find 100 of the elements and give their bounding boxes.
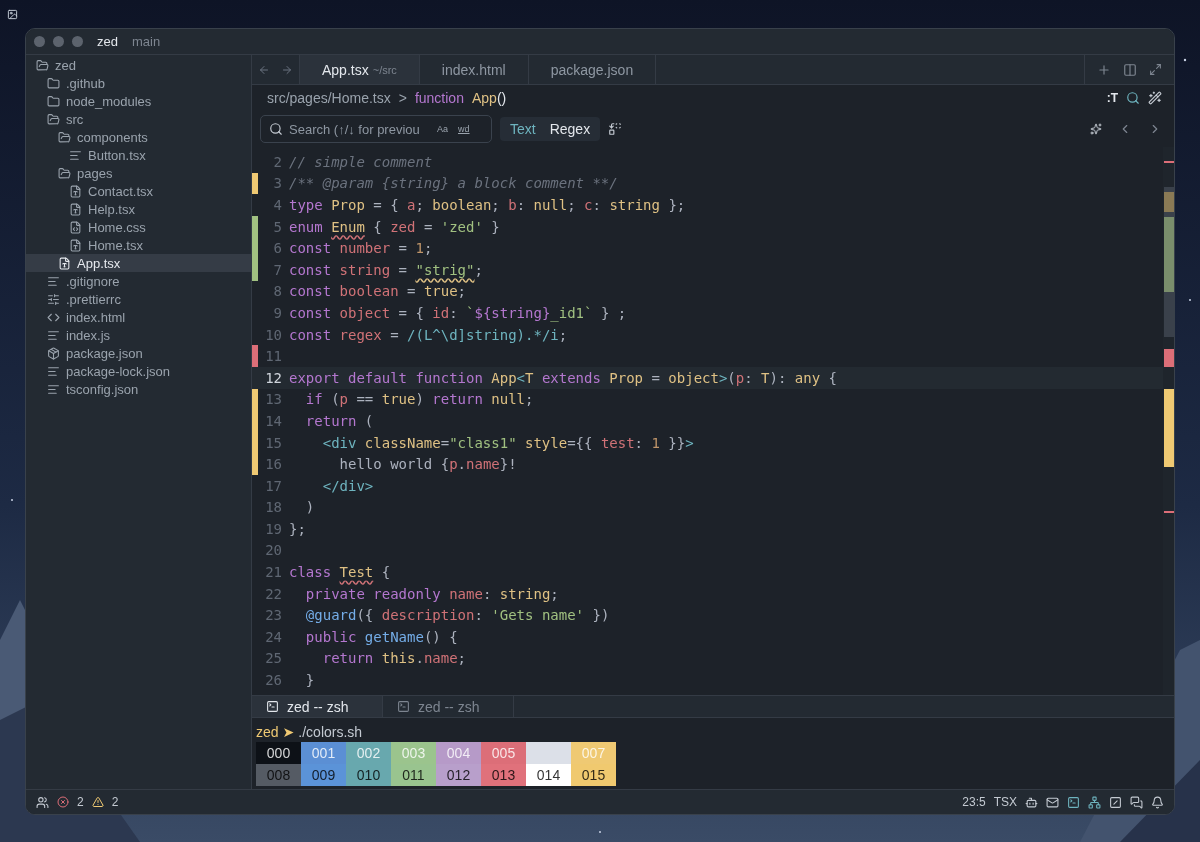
bell-icon[interactable] [1151,795,1164,809]
search-field[interactable]: Search (↑/↓ for previou Aa wd [260,115,492,143]
line-number: 24 [264,628,283,645]
file-tree-item[interactable]: node_modules [26,92,251,110]
users-icon[interactable] [36,795,49,809]
code-line: return this.name; [321,650,467,667]
breadcrumb-path[interactable]: src/pages/Home.tsx [267,90,391,106]
file-tree-item[interactable]: App.tsx [26,254,251,272]
split-icon[interactable] [1123,62,1137,77]
terminal-tab[interactable]: zed -- zsh [383,696,514,717]
search-mode[interactable]: Text [504,120,542,138]
editor-tab[interactable]: package.json [528,55,657,84]
warning-icon[interactable] [91,796,104,808]
search-icon[interactable] [1126,91,1140,105]
file-tree-item[interactable]: src [26,110,251,128]
code-line: <div className="class1" style={{ test: 1 }}> [321,434,694,451]
line-number: 7 [272,261,283,278]
maximize-icon[interactable] [1149,63,1162,76]
code-line: const boolean = true; [289,283,467,300]
wand-icon[interactable] [1148,91,1162,105]
line-number: 8 [272,283,283,300]
folder-open-icon [47,112,60,126]
line-number: 20 [264,542,283,559]
text-file-icon [47,328,60,342]
symbol-name[interactable]: App [471,90,497,106]
window-control[interactable] [72,36,83,47]
diagram-icon[interactable] [1088,795,1101,809]
line-number: 25 [264,650,283,667]
color-swatch: 003 [391,742,436,764]
line-number: 5 [272,218,283,235]
robot-icon[interactable] [1025,795,1038,809]
code-line: const object = { id: `${string}_id1` } ; [289,304,627,321]
color-swatch: 001 [301,742,346,764]
file-tree-item[interactable]: index.js [26,326,251,344]
breadcrumb-separator: > [398,90,407,106]
code-line: type Prop = { a; boolean; b: null; c: string }; [289,197,686,213]
code-line: if (p == true) return null; [304,391,534,408]
editor-tab[interactable]: App.tsx ~/src [300,55,420,84]
text-file-icon [47,382,60,396]
text-file-icon [69,148,82,162]
editor-tab[interactable]: index.html [419,55,529,84]
color-swatch: 008 [256,764,301,786]
window-control[interactable] [34,36,45,47]
error-icon[interactable] [57,796,69,808]
color-swatch: 015 [571,764,616,786]
language-label[interactable]: TSX [993,795,1017,809]
code-line: @guard({ description: 'Gets name' }) [304,607,610,624]
chat-icon[interactable] [1130,795,1143,809]
line-number: 18 [264,499,283,516]
case-toggle[interactable]: Aa [435,122,450,136]
terminal-icon [397,700,410,713]
image-icon[interactable] [7,9,18,20]
line-number: 10 [264,326,283,343]
file-tree-item[interactable]: Button.tsx [26,146,251,164]
color-swatch: 002 [346,742,391,764]
terminal-tab[interactable]: zed -- zsh [252,696,383,717]
file-tree-item[interactable]: package.json [26,344,251,362]
slash-square-icon[interactable] [1109,795,1122,809]
cursor-position[interactable]: 23:5 [962,795,986,809]
line-number: 17 [264,477,283,494]
color-swatch: 010 [346,764,391,786]
prompt-directory: zed [256,724,279,740]
file-tree-item[interactable]: zed [26,56,251,74]
code-line: // simple comment [289,153,433,170]
line-number: 26 [264,672,283,689]
symbol-parens: () [496,90,507,106]
line-number: 14 [264,412,283,429]
code-line: hello world {p.name}! [338,456,517,473]
line-number: 21 [264,564,283,581]
toolbar-button[interactable]: :T [1106,91,1118,105]
color-swatch: 004 [436,742,481,764]
search-mode[interactable]: Regex [543,120,597,138]
file-tree-item[interactable]: Help.tsx [26,200,251,218]
file-tree-item[interactable]: components [26,128,251,146]
warning-count: 2 [111,795,119,809]
color-swatch: 011 [391,764,436,786]
color-swatch: 007 [571,742,616,764]
file-tree-item[interactable]: .prettierrc [26,290,251,308]
symbol-kind: function [414,90,464,106]
line-number: 3 [272,175,283,192]
code-line: class Test { [289,564,391,581]
file-tree-item[interactable]: tsconfig.json [26,380,251,398]
line-number: 6 [272,240,283,257]
sparkle-icon[interactable] [1090,123,1102,135]
window-control[interactable] [53,36,64,47]
code-line: const string = "strig"; [289,261,483,278]
word-toggle[interactable]: wd [456,122,472,136]
file-tree-item[interactable]: pages [26,164,251,182]
file-tree-item[interactable]: Home.css [26,218,251,236]
file-tree-item[interactable]: package-lock.json [26,362,251,380]
file-tree-item[interactable]: Home.tsx [26,236,251,254]
branch-name[interactable]: main [131,34,161,49]
file-tree-item[interactable]: .gitignore [26,272,251,290]
file-tree-item[interactable]: .github [26,74,251,92]
code-line: </div> [321,477,374,494]
file-tree-item[interactable]: index.html [26,308,251,326]
terminal-icon[interactable] [1067,795,1080,809]
folder-open-icon [58,130,71,144]
envelope-icon[interactable] [1046,795,1059,809]
file-tree-item[interactable]: Contact.tsx [26,182,251,200]
